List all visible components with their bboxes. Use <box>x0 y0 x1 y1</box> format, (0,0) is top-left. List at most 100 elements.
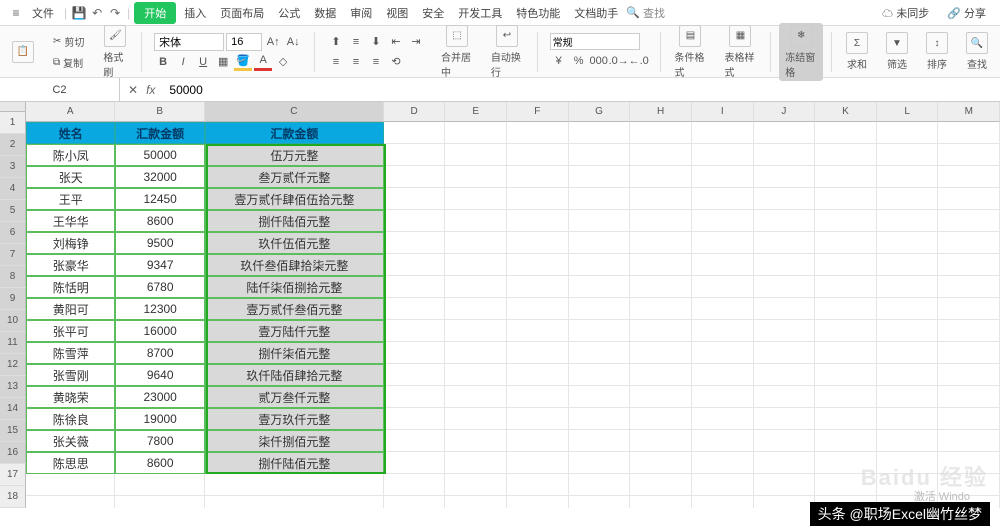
cell-D5[interactable] <box>384 210 446 232</box>
cell-I5[interactable] <box>692 210 754 232</box>
row-header-5[interactable]: 5 <box>0 200 26 222</box>
cell-L10[interactable] <box>877 320 939 342</box>
row-header-13[interactable]: 13 <box>0 376 26 398</box>
cell-E16[interactable] <box>445 452 507 474</box>
cell-F16[interactable] <box>507 452 569 474</box>
cell-J11[interactable] <box>754 342 816 364</box>
cell-H17[interactable] <box>630 474 692 496</box>
cell-L7[interactable] <box>877 254 939 276</box>
cell-D6[interactable] <box>384 232 446 254</box>
cell-H6[interactable] <box>630 232 692 254</box>
cell-C3[interactable]: 叁万贰仟元整 <box>205 166 384 188</box>
cell-D16[interactable] <box>384 452 446 474</box>
cell-B16[interactable]: 8600 <box>115 452 204 474</box>
cell-E11[interactable] <box>445 342 507 364</box>
cell-G7[interactable] <box>569 254 631 276</box>
cell-A11[interactable]: 陈雪萍 <box>26 342 115 364</box>
cell-F3[interactable] <box>507 166 569 188</box>
cell-J3[interactable] <box>754 166 816 188</box>
cell-I11[interactable] <box>692 342 754 364</box>
cell-J9[interactable] <box>754 298 816 320</box>
cell-K15[interactable] <box>815 430 877 452</box>
align-top-icon[interactable]: ⬆ <box>327 33 345 51</box>
cell-B14[interactable]: 19000 <box>115 408 204 430</box>
cell-E10[interactable] <box>445 320 507 342</box>
cell-F17[interactable] <box>507 474 569 496</box>
cell-D12[interactable] <box>384 364 446 386</box>
cell-B1[interactable]: 汇款金额 <box>115 122 204 144</box>
cell-M1[interactable] <box>938 122 1000 144</box>
cell-B6[interactable]: 9500 <box>115 232 204 254</box>
cell-I6[interactable] <box>692 232 754 254</box>
cell-F18[interactable] <box>507 496 569 508</box>
paste-button[interactable]: 📋 <box>6 39 40 65</box>
col-header-L[interactable]: L <box>877 102 939 122</box>
menu-view[interactable]: 视图 <box>380 2 414 24</box>
cell-C1[interactable]: 汇款金额 <box>205 122 384 144</box>
cell-C10[interactable]: 壹万陆仟元整 <box>205 320 384 342</box>
menu-formula[interactable]: 公式 <box>272 2 306 24</box>
cell-A18[interactable] <box>26 496 115 508</box>
align-left-icon[interactable]: ≡ <box>327 53 345 71</box>
col-header-A[interactable]: A <box>26 102 115 122</box>
cell-A9[interactable]: 黄阳可 <box>26 298 115 320</box>
cell-M11[interactable] <box>938 342 1000 364</box>
clear-format-button[interactable]: ◇ <box>274 53 292 71</box>
cell-J10[interactable] <box>754 320 816 342</box>
cell-M9[interactable] <box>938 298 1000 320</box>
cell-D8[interactable] <box>384 276 446 298</box>
cell-I14[interactable] <box>692 408 754 430</box>
align-center-icon[interactable]: ≡ <box>347 53 365 71</box>
cell-E4[interactable] <box>445 188 507 210</box>
row-header-16[interactable]: 16 <box>0 442 26 464</box>
row-header-9[interactable]: 9 <box>0 288 26 310</box>
find-button[interactable]: 🔍查找 <box>960 30 994 73</box>
cell-C6[interactable]: 玖仟伍佰元整 <box>205 232 384 254</box>
cell-G10[interactable] <box>569 320 631 342</box>
cell-C15[interactable]: 柒仟捌佰元整 <box>205 430 384 452</box>
cell-M8[interactable] <box>938 276 1000 298</box>
cell-L13[interactable] <box>877 386 939 408</box>
cell-B18[interactable] <box>115 496 204 508</box>
cell-H15[interactable] <box>630 430 692 452</box>
cell-H10[interactable] <box>630 320 692 342</box>
cell-D10[interactable] <box>384 320 446 342</box>
cell-L12[interactable] <box>877 364 939 386</box>
cells-area[interactable]: 姓名汇款金额汇款金额陈小凤50000伍万元整张天32000叁万贰仟元整王平124… <box>26 122 1000 508</box>
col-header-K[interactable]: K <box>815 102 877 122</box>
cell-B13[interactable]: 23000 <box>115 386 204 408</box>
row-header-3[interactable]: 3 <box>0 156 26 178</box>
select-all-corner[interactable] <box>0 102 26 112</box>
cell-M14[interactable] <box>938 408 1000 430</box>
border-button[interactable]: ▦ <box>214 53 232 71</box>
cell-A2[interactable]: 陈小凤 <box>26 144 115 166</box>
cell-J6[interactable] <box>754 232 816 254</box>
cell-K10[interactable] <box>815 320 877 342</box>
cell-K1[interactable] <box>815 122 877 144</box>
cell-F13[interactable] <box>507 386 569 408</box>
font-color-button[interactable]: A <box>254 53 272 71</box>
cell-C2[interactable]: 伍万元整 <box>205 144 384 166</box>
cell-H12[interactable] <box>630 364 692 386</box>
cell-E18[interactable] <box>445 496 507 508</box>
cell-M5[interactable] <box>938 210 1000 232</box>
cell-A6[interactable]: 刘梅铮 <box>26 232 115 254</box>
cell-G1[interactable] <box>569 122 631 144</box>
cell-I15[interactable] <box>692 430 754 452</box>
menu-feature[interactable]: 特色功能 <box>510 2 566 24</box>
cell-K7[interactable] <box>815 254 877 276</box>
cell-A4[interactable]: 王平 <box>26 188 115 210</box>
cell-G8[interactable] <box>569 276 631 298</box>
cell-B15[interactable]: 7800 <box>115 430 204 452</box>
cell-K8[interactable] <box>815 276 877 298</box>
number-format-select[interactable] <box>550 33 640 50</box>
cell-C11[interactable]: 捌仟柒佰元整 <box>205 342 384 364</box>
cell-G4[interactable] <box>569 188 631 210</box>
cell-H13[interactable] <box>630 386 692 408</box>
cell-H8[interactable] <box>630 276 692 298</box>
cell-K6[interactable] <box>815 232 877 254</box>
cell-J13[interactable] <box>754 386 816 408</box>
cell-G18[interactable] <box>569 496 631 508</box>
cell-C18[interactable] <box>205 496 384 508</box>
align-mid-icon[interactable]: ≡ <box>347 33 365 51</box>
